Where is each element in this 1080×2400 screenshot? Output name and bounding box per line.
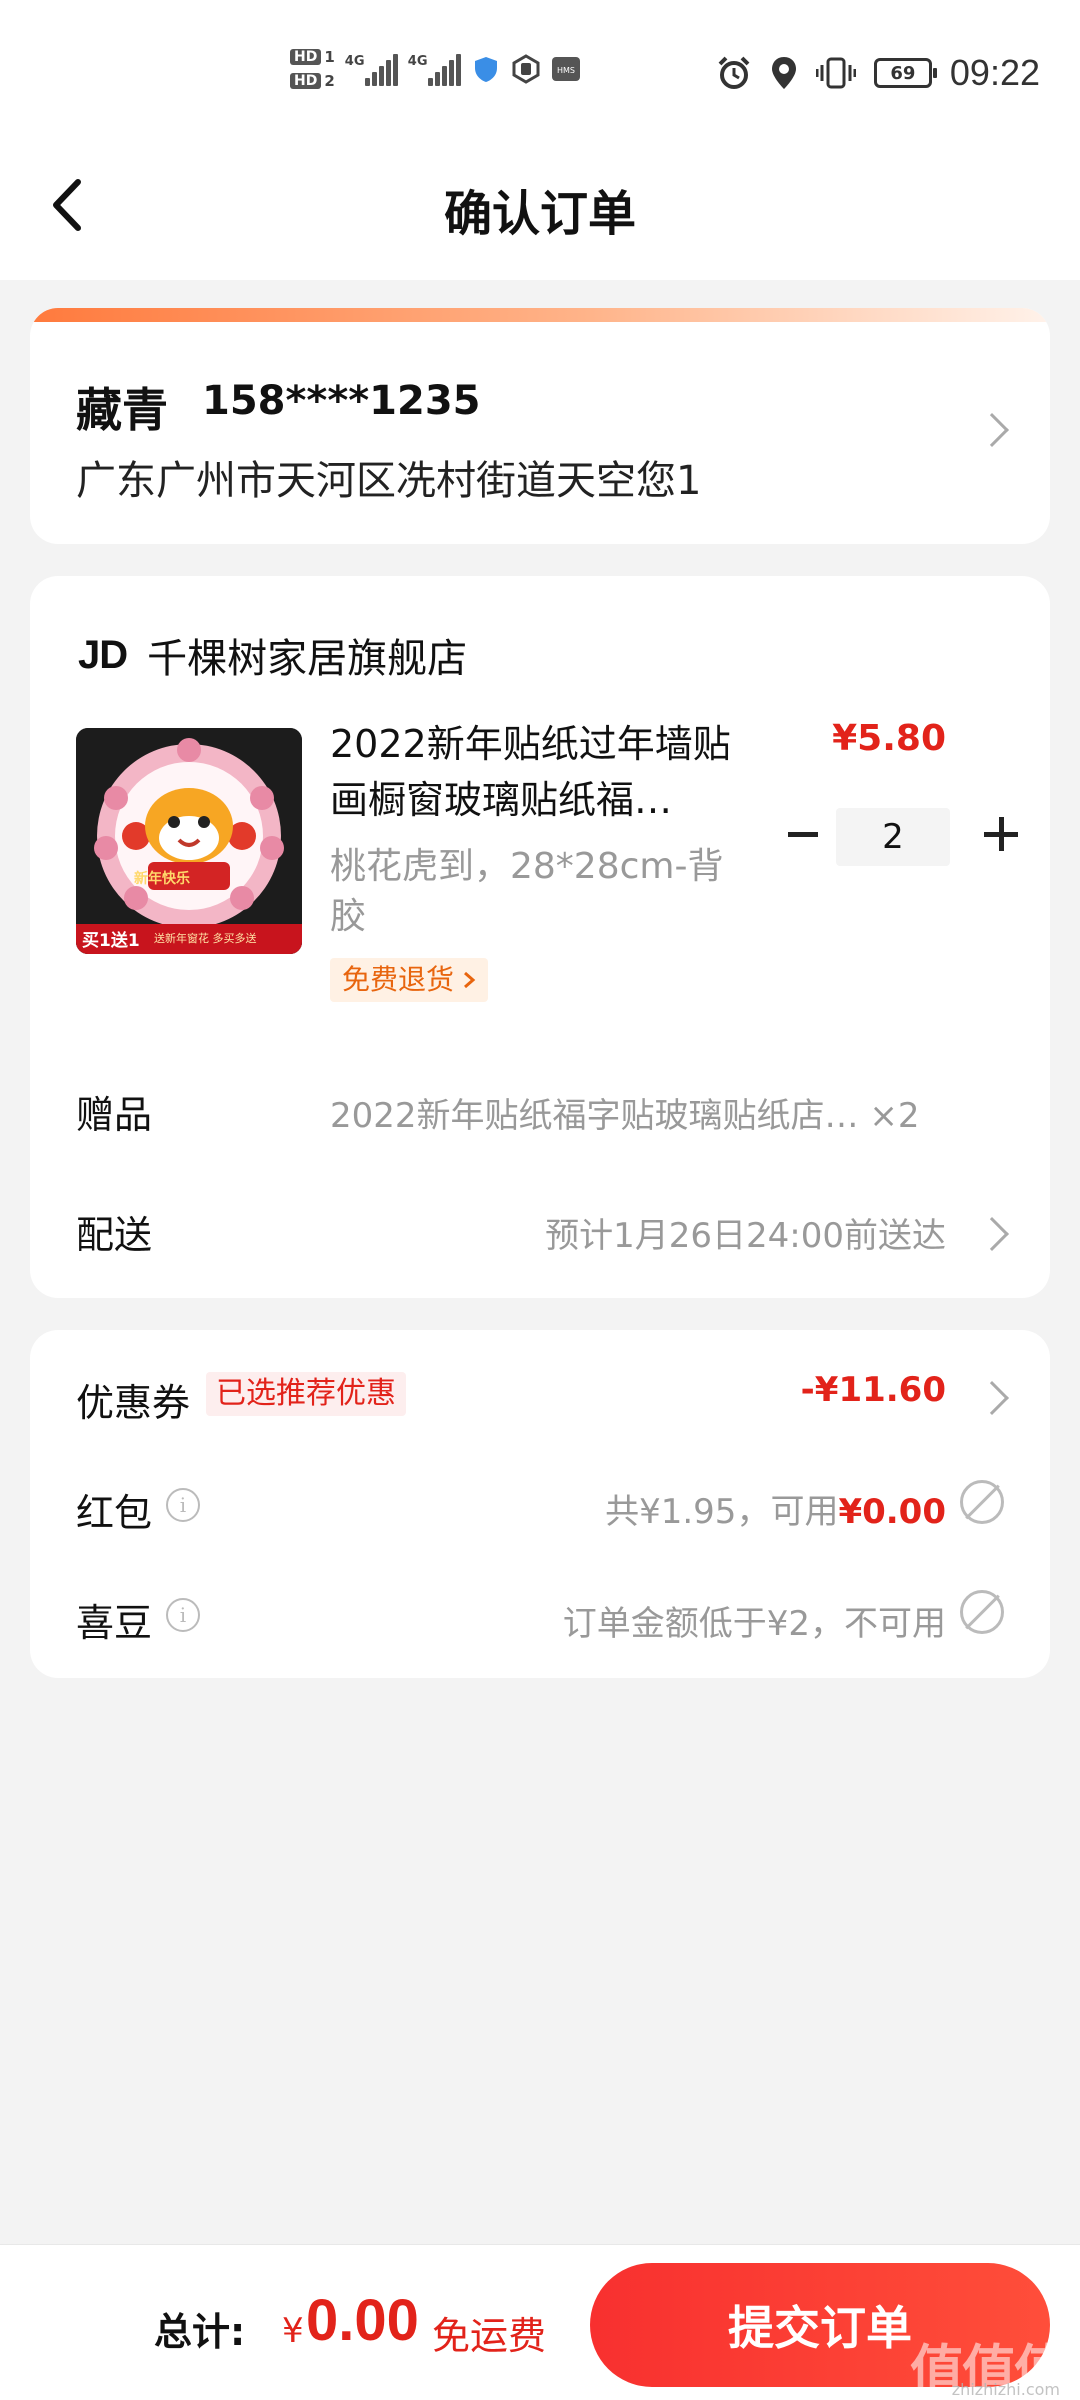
disabled-icon[interactable] [960,1590,1004,1634]
status-right: 69 09:22 [716,52,1040,94]
recipient-phone: 158****1235 [202,378,481,424]
shield-icon [474,57,497,82]
hd-indicators: HD 1 HD 2 [290,48,335,90]
submit-order-label: 提交订单 [728,2301,912,2355]
hd-num: 1 [324,48,335,66]
disabled-icon[interactable] [960,1480,1004,1524]
coupon-label: 优惠券 [76,1381,191,1425]
chevron-right-icon [975,413,1009,447]
increase-quantity-button-vertical[interactable] [999,817,1004,851]
total-amount: 0.00 [306,2288,419,2353]
hd-label: HD [290,73,322,89]
watermark-url: zhizhizhi.com [951,2380,1060,2399]
currency-symbol: ¥ [282,2311,304,2351]
alarm-icon [718,56,750,89]
image-caption: 新年快乐 [134,871,190,887]
gift-label: 赠品 [76,1093,153,1137]
location-icon [771,57,796,89]
coupon-badge: 已选推荐优惠 [206,1372,406,1416]
net-type-label: 4G [407,54,428,69]
address-card[interactable]: 藏青 158****1235 广东广州市天河区冼村街道天空您1 [30,308,1050,544]
delivery-label: 配送 [76,1213,153,1257]
product-spec[interactable]: 桃花虎到，28*28cm-背胶 [330,842,750,942]
delivery-value[interactable]: 预计1月26日24:00前送达 [545,1208,946,1257]
image-badge: 买1送1 [82,931,140,951]
nav-bar: 确认订单 [0,150,1080,280]
clock: 09:22 [949,52,1040,93]
page-title: 确认订单 [443,186,636,242]
gift-value: 2022新年贴纸福字贴玻璃贴纸店… ×2 [330,1096,920,1136]
beans-label: 喜豆 [76,1601,153,1645]
decrease-quantity-button[interactable] [788,832,818,837]
total-label: 总计: [154,2310,246,2354]
hd-2-indicator: HD 2 [290,72,335,90]
product-thumbnail-art [76,728,302,954]
chevron-right-icon [464,971,476,989]
product-price: ¥5.80 [832,718,946,759]
address-detail: 广东广州市天河区冼村街道天空您1 [76,458,702,504]
status-left: HD 1 HD 2 4G 4G HMS [290,48,581,90]
store-card: JD 千棵树家居旗舰店 新年快乐 买1送1 送新年窗花 多买多送 2022新年贴… [30,576,1050,1298]
hms-icon: HMS [551,57,580,81]
jd-logo: JD [78,632,128,677]
red-packet-value: 共¥1.95，可用¥0.00 [605,1484,946,1533]
quantity-input[interactable]: 2 [836,808,950,866]
store-header[interactable]: JD 千棵树家居旗舰店 [78,626,467,684]
vibrate-icon [815,57,856,89]
discounts-card: 优惠券 已选推荐优惠 -¥11.60 红包 i 共¥1.95，可用¥0.00 喜… [30,1330,1050,1678]
signal-1-icon: 4G [345,52,398,86]
recipient-name: 藏青 [76,383,168,437]
svg-text:HMS: HMS [557,66,575,75]
net-type-label: 4G [344,54,365,69]
red-packet-available: ¥0.00 [838,1492,946,1532]
hd-label: HD [290,49,322,65]
hd-num: 2 [324,72,335,90]
free-return-label: 免费退货 [342,963,455,996]
hd-1-indicator: HD 1 [290,48,335,66]
chevron-right-icon[interactable] [975,1381,1009,1415]
product-title[interactable]: 2022新年贴纸过年墙贴画橱窗玻璃贴纸福… [330,716,750,828]
coupon-value[interactable]: -¥11.60 [801,1370,946,1410]
free-return-tag[interactable]: 免费退货 [330,958,489,1002]
battery-icon: 69 [873,58,937,88]
signal-2-icon: 4G [408,52,461,86]
info-icon[interactable]: i [166,1488,200,1522]
chevron-right-icon[interactable] [975,1217,1009,1251]
info-icon[interactable]: i [166,1598,200,1632]
image-badge-secondary: 送新年窗花 多买多送 [154,932,257,945]
status-bar: HD 1 HD 2 4G 4G HMS 69 09:22 [0,0,1080,150]
address-accent-bar [30,308,1050,322]
red-packet-prefix: 共¥1.95，可用 [605,1492,839,1532]
product-image[interactable]: 新年快乐 买1送1 送新年窗花 多买多送 [76,728,302,954]
hand-icon [512,54,540,84]
beans-value: 订单金额低于¥2，不可用 [562,1604,946,1644]
red-packet-label: 红包 [76,1491,153,1535]
store-name: 千棵树家居旗舰店 [147,636,468,682]
free-shipping-label: 免运费 [432,2314,547,2358]
